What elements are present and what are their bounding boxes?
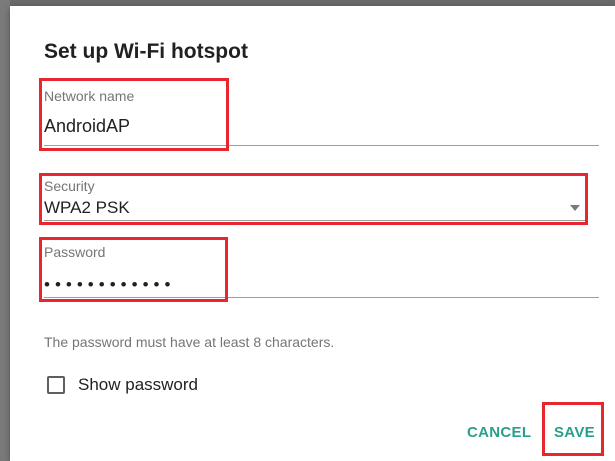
hotspot-dialog: Set up Wi-Fi hotspot Network name Androi…	[10, 6, 615, 461]
security-highlight-box	[39, 173, 588, 225]
dialog-title: Set up Wi-Fi hotspot	[44, 40, 248, 63]
password-hint-text: The password must have at least 8 charac…	[44, 334, 335, 350]
save-highlight-box	[542, 402, 604, 456]
password-highlight-box	[39, 237, 228, 302]
network-name-highlight-box	[39, 78, 229, 151]
background-scrim-left	[0, 0, 10, 461]
cancel-button[interactable]: CANCEL	[467, 424, 531, 441]
show-password-label[interactable]: Show password	[78, 375, 198, 395]
screen: Set up Wi-Fi hotspot Network name Androi…	[0, 0, 615, 461]
show-password-checkbox[interactable]	[47, 376, 65, 394]
